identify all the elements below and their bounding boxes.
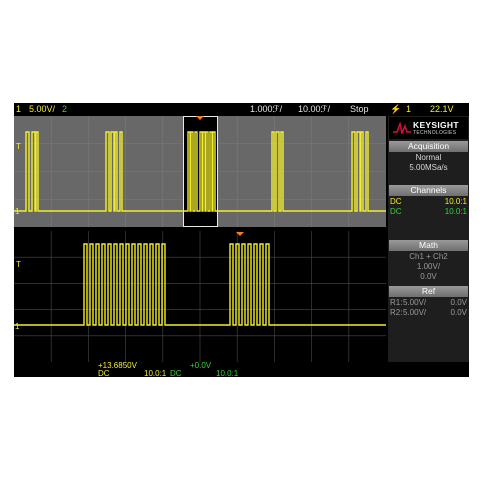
brand-logo: KEYSIGHT TECHNOLOGIES <box>389 117 468 139</box>
oscilloscope-screen: 1 5.00V/ 2 1.000ℱ/ 10.00ℱ/ Stop ⚡ 1 22.1… <box>14 103 469 378</box>
ch1-coupling: DC <box>390 197 402 206</box>
ch1-scale[interactable]: 5.00V/ <box>29 103 55 116</box>
ch2-probe-ratio: 10.0:1 <box>444 207 467 216</box>
r1-scale: 5.00V/ <box>403 298 427 307</box>
ch2-number[interactable]: 2 <box>62 103 67 116</box>
ch2-coupling: DC <box>390 207 402 216</box>
math-offset: 0.0V <box>420 272 437 281</box>
run-state[interactable]: Stop <box>350 103 369 116</box>
bottom-ch2-coupling: DC <box>170 369 182 378</box>
lightning-trigger-icon: ⚡ <box>390 104 402 114</box>
bottom-status-bar: +13.6850V +0.0V DC 10.0:1 DC 10.0:1 <box>14 361 469 378</box>
brand-sub: TECHNOLOGIES <box>413 130 457 136</box>
bottom-ch1-coupling: DC <box>98 369 110 378</box>
waveform-display[interactable]: T 1 T 1 <box>14 116 386 362</box>
horizontal-delay[interactable]: 10.00ℱ/ <box>298 103 330 116</box>
overview-trigger-level-marker[interactable]: T <box>16 142 21 151</box>
math-scale: 1.00V/ <box>416 262 441 271</box>
ref-header[interactable]: Ref <box>389 286 468 297</box>
top-status-bar: 1 5.00V/ 2 1.000ℱ/ 10.00ℱ/ Stop ⚡ 1 22.1… <box>14 103 469 116</box>
timebase-scale[interactable]: 1.000ℱ/ <box>250 103 282 116</box>
r2-offset: 0.0V <box>450 308 467 317</box>
math-header[interactable]: Math <box>389 240 468 251</box>
ch1-number[interactable]: 1 <box>16 103 21 116</box>
acquisition-header[interactable]: Acquisition <box>389 141 468 152</box>
channels-header[interactable]: Channels <box>389 185 468 196</box>
trigger-level[interactable]: 22.1V <box>430 103 454 116</box>
bottom-ch1-ratio: 10.0:1 <box>144 369 167 378</box>
side-panel: KEYSIGHT TECHNOLOGIES Acquisition Normal… <box>388 116 469 362</box>
math-expression: Ch1 + Ch2 <box>409 252 448 261</box>
zoom-trigger-level-marker[interactable]: T <box>16 260 21 269</box>
zoom-ground-marker[interactable]: 1 <box>15 322 20 331</box>
r2-label: R2: <box>390 308 403 317</box>
bottom-ch2-ratio: 10.0:1 <box>216 369 239 378</box>
sample-rate: 5.00MSa/s <box>409 163 448 172</box>
ch1-probe-ratio: 10.0:1 <box>444 197 467 206</box>
r1-offset: 0.0V <box>450 298 467 307</box>
acquisition-mode: Normal <box>415 153 442 162</box>
trigger-channel[interactable]: 1 <box>406 103 411 116</box>
ch2-offset[interactable]: +0.0V <box>190 361 211 370</box>
r1-label: R1: <box>390 298 403 307</box>
overview-ground-marker[interactable]: 1 <box>15 207 20 216</box>
r2-scale: 5.00V/ <box>403 308 427 317</box>
brand-name: KEYSIGHT <box>413 120 459 130</box>
keysight-wave-icon <box>393 122 411 134</box>
